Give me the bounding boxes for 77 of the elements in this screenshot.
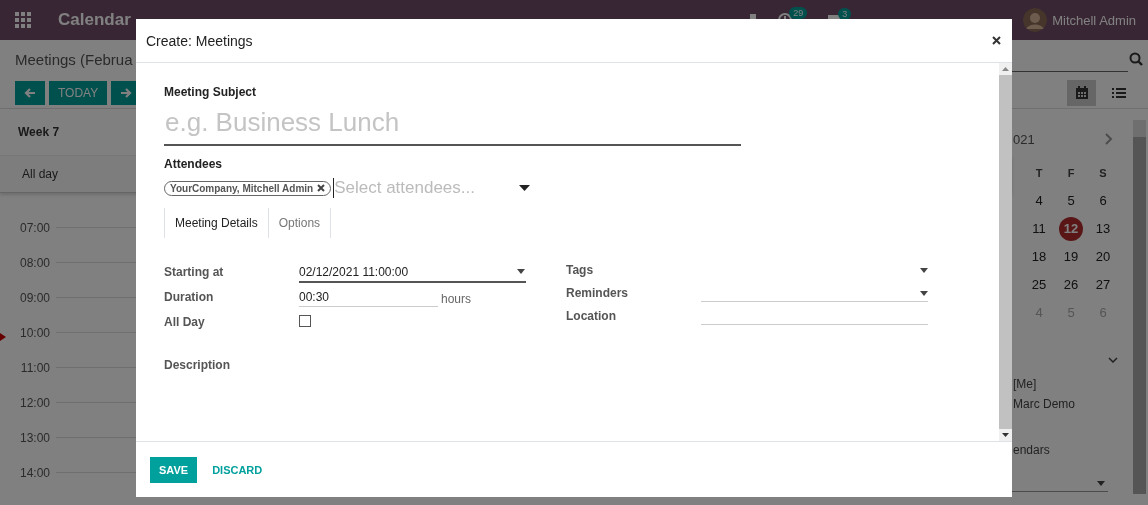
duration-field[interactable]: 00:30	[299, 287, 438, 307]
list-icon	[1111, 87, 1126, 99]
apps-menu-icon[interactable]	[15, 12, 31, 28]
caret-icon	[517, 269, 525, 274]
calendar-day[interactable]: 20	[1091, 245, 1115, 269]
scrollbar[interactable]	[1133, 120, 1146, 494]
weekday-label: T	[1035, 167, 1043, 179]
caret-icon	[920, 267, 928, 273]
chevron-right-icon[interactable]	[1105, 133, 1113, 145]
caret-icon	[1097, 480, 1105, 486]
calendar-day[interactable]: 18	[1027, 245, 1051, 269]
all-day-label: All day	[22, 167, 59, 181]
calendar-day[interactable]: 19	[1059, 245, 1083, 269]
week-label: Week 7	[18, 125, 60, 139]
calendar-day[interactable]: 26	[1059, 273, 1083, 297]
calendar-view-button[interactable]	[1067, 80, 1096, 106]
time-label: 10:00	[18, 325, 50, 340]
breadcrumb: Meetings (Februa	[15, 50, 133, 68]
arrow-right-icon	[120, 87, 133, 99]
time-label: 14:00	[18, 465, 50, 480]
time-label: 11:00	[19, 360, 50, 375]
save-button[interactable]: SAVE	[150, 456, 198, 483]
calendar-day[interactable]: 5	[1059, 189, 1083, 213]
activity-count-badge: 29	[789, 7, 808, 19]
message-count-badge: 3	[838, 8, 852, 20]
datetime-field[interactable]: 02/12/2021 11:00:00	[299, 262, 526, 283]
field-label: All Day	[164, 314, 206, 329]
field-label: Location	[566, 308, 617, 323]
time-label: 09:00	[18, 290, 50, 305]
arrow-left-icon	[24, 87, 36, 99]
checkbox[interactable]	[299, 315, 311, 327]
caret-icon	[519, 185, 531, 191]
subject-field[interactable]: e.g. Business Lunch	[164, 101, 741, 146]
calendar-day[interactable]: 25	[1027, 273, 1051, 297]
search-icon[interactable]	[1129, 52, 1143, 66]
remove-icon[interactable]	[317, 184, 326, 192]
tab[interactable]: Meeting Details	[164, 208, 269, 238]
time-label: 07:00	[18, 220, 50, 235]
calendar-day[interactable]: 4	[1027, 189, 1051, 213]
field-label: Description	[164, 357, 230, 372]
dialog-title: Create: Meetings	[146, 32, 253, 49]
calendar-icon	[1074, 86, 1089, 100]
unit-label: hours	[441, 291, 472, 306]
month-label: 021	[1013, 131, 1035, 147]
discard-button[interactable]: DISCARD	[212, 463, 263, 476]
time-label: 08:00	[18, 255, 50, 270]
weekday-label: F	[1067, 167, 1075, 179]
tag-text: YourCompany, Mitchell Admin	[170, 182, 314, 194]
scroll-up-icon[interactable]	[1002, 67, 1009, 71]
scrollbar[interactable]	[999, 63, 1012, 441]
field-label: Starting at	[164, 264, 225, 279]
calendar-day[interactable]: 12	[1059, 217, 1083, 241]
caret-icon	[920, 290, 928, 296]
field-label: Attendees	[164, 157, 222, 171]
current-time-marker	[0, 333, 6, 341]
attendee-filter[interactable]: [Me]	[1013, 377, 1133, 391]
previous-button[interactable]	[15, 81, 45, 105]
calendar-day[interactable]: 27	[1091, 273, 1115, 297]
time-label: 13:00	[18, 430, 50, 445]
calendar-day[interactable]: 11	[1027, 217, 1051, 241]
field-label: Meeting Subject	[164, 85, 256, 99]
close-icon[interactable]	[992, 36, 1001, 45]
weekday-label: S	[1099, 167, 1107, 179]
calendar-day[interactable]: 6	[1091, 189, 1115, 213]
field-label: Tags	[566, 262, 595, 277]
field-label: Reminders	[566, 285, 630, 300]
app-title: Calendar	[58, 10, 131, 30]
section-label: endars	[1013, 443, 1051, 457]
attendees-field[interactable]: Select attendees...	[333, 178, 540, 198]
user-name[interactable]: Mitchell Admin	[1052, 12, 1136, 28]
avatar-icon[interactable]	[1023, 8, 1048, 32]
attendee-filter[interactable]: Marc Demo	[1013, 397, 1133, 411]
time-label: 12:00	[18, 395, 50, 410]
chevron-down-icon[interactable]	[1108, 357, 1118, 363]
calendar-day[interactable]: 13	[1091, 217, 1115, 241]
field-label: Duration	[164, 289, 215, 304]
scroll-down-icon[interactable]	[1002, 433, 1009, 437]
